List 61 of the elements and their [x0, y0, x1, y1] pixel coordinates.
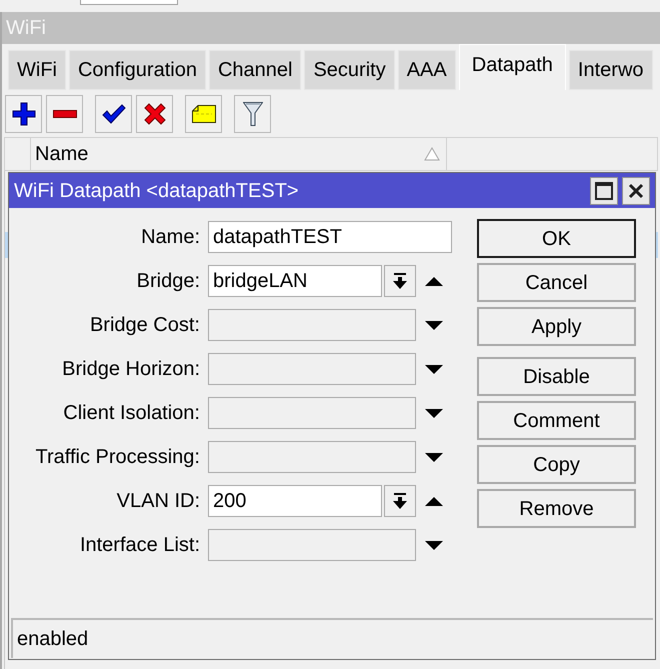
- combo-field[interactable]: bridgeLAN: [208, 265, 382, 297]
- add-button[interactable]: [5, 95, 42, 133]
- triangle-up-icon[interactable]: [425, 496, 443, 506]
- empty-field[interactable]: [208, 309, 416, 341]
- square-icon: [595, 182, 613, 200]
- disable-button[interactable]: [136, 95, 173, 133]
- combo-field[interactable]: 200: [208, 485, 382, 517]
- dialog-button[interactable]: Remove: [477, 489, 636, 528]
- enable-button[interactable]: [95, 95, 132, 133]
- plus-icon: [12, 102, 36, 126]
- status-text: enabled: [17, 629, 88, 649]
- column-label: Name: [35, 144, 88, 164]
- field-label: Bridge Horizon:: [61, 359, 200, 379]
- dialog-button[interactable]: Disable: [477, 357, 636, 396]
- dialog-title: WiFi Datapath <datapathTEST>: [14, 180, 299, 200]
- field-label: Interface List:: [78, 535, 200, 555]
- filter-button[interactable]: [234, 95, 271, 133]
- dropdown-button[interactable]: [384, 265, 416, 297]
- empty-field[interactable]: [208, 529, 416, 561]
- close-button[interactable]: [622, 176, 650, 204]
- arrow-down-bar-icon: [393, 273, 407, 289]
- text-field[interactable]: datapathTEST: [208, 221, 452, 253]
- dialog-button[interactable]: Cancel: [477, 263, 636, 302]
- empty-field[interactable]: [208, 353, 416, 385]
- dialog-button[interactable]: Apply: [477, 307, 636, 346]
- field-label: Traffic Processing:: [34, 447, 200, 467]
- dialog-button[interactable]: OK: [477, 219, 636, 258]
- x-icon: [144, 103, 166, 125]
- empty-field[interactable]: [208, 441, 416, 473]
- triangle-down-icon[interactable]: [425, 364, 443, 374]
- close-icon: [628, 182, 644, 198]
- dialog-button[interactable]: Comment: [477, 401, 636, 440]
- check-icon: [102, 104, 126, 124]
- field-label: VLAN ID:: [116, 491, 200, 511]
- funnel-icon: [242, 102, 262, 126]
- triangle-down-icon[interactable]: [425, 540, 443, 550]
- triangle-down-icon[interactable]: [425, 320, 443, 330]
- note-icon: [192, 105, 216, 123]
- dialog-button[interactable]: Copy: [477, 445, 636, 484]
- field-label: Client Isolation:: [62, 403, 200, 423]
- tab[interactable]: Interwo: [568, 50, 653, 90]
- remove-button[interactable]: [46, 95, 83, 133]
- minus-icon: [52, 110, 76, 118]
- empty-field[interactable]: [208, 397, 416, 429]
- triangle-down-icon[interactable]: [425, 408, 443, 418]
- tab[interactable]: Security: [304, 50, 395, 90]
- comment-button[interactable]: [185, 95, 222, 133]
- dropdown-button[interactable]: [384, 485, 416, 517]
- arrow-down-bar-icon: [393, 493, 407, 509]
- input-field[interactable]: [80, 0, 178, 5]
- field-label: Bridge Cost:: [88, 315, 200, 335]
- maximize-button[interactable]: [590, 176, 618, 204]
- field-label: Name:: [140, 227, 200, 247]
- triangle-down-icon[interactable]: [425, 452, 443, 462]
- tab[interactable]: AAA: [398, 50, 456, 90]
- tab[interactable]: Configuration: [68, 50, 206, 90]
- tab[interactable]: Datapath: [458, 44, 566, 90]
- tab[interactable]: WiFi: [8, 50, 66, 90]
- triangle-up-icon[interactable]: [425, 276, 443, 286]
- tab[interactable]: Channel: [208, 50, 302, 90]
- field-label: Bridge:: [136, 271, 200, 291]
